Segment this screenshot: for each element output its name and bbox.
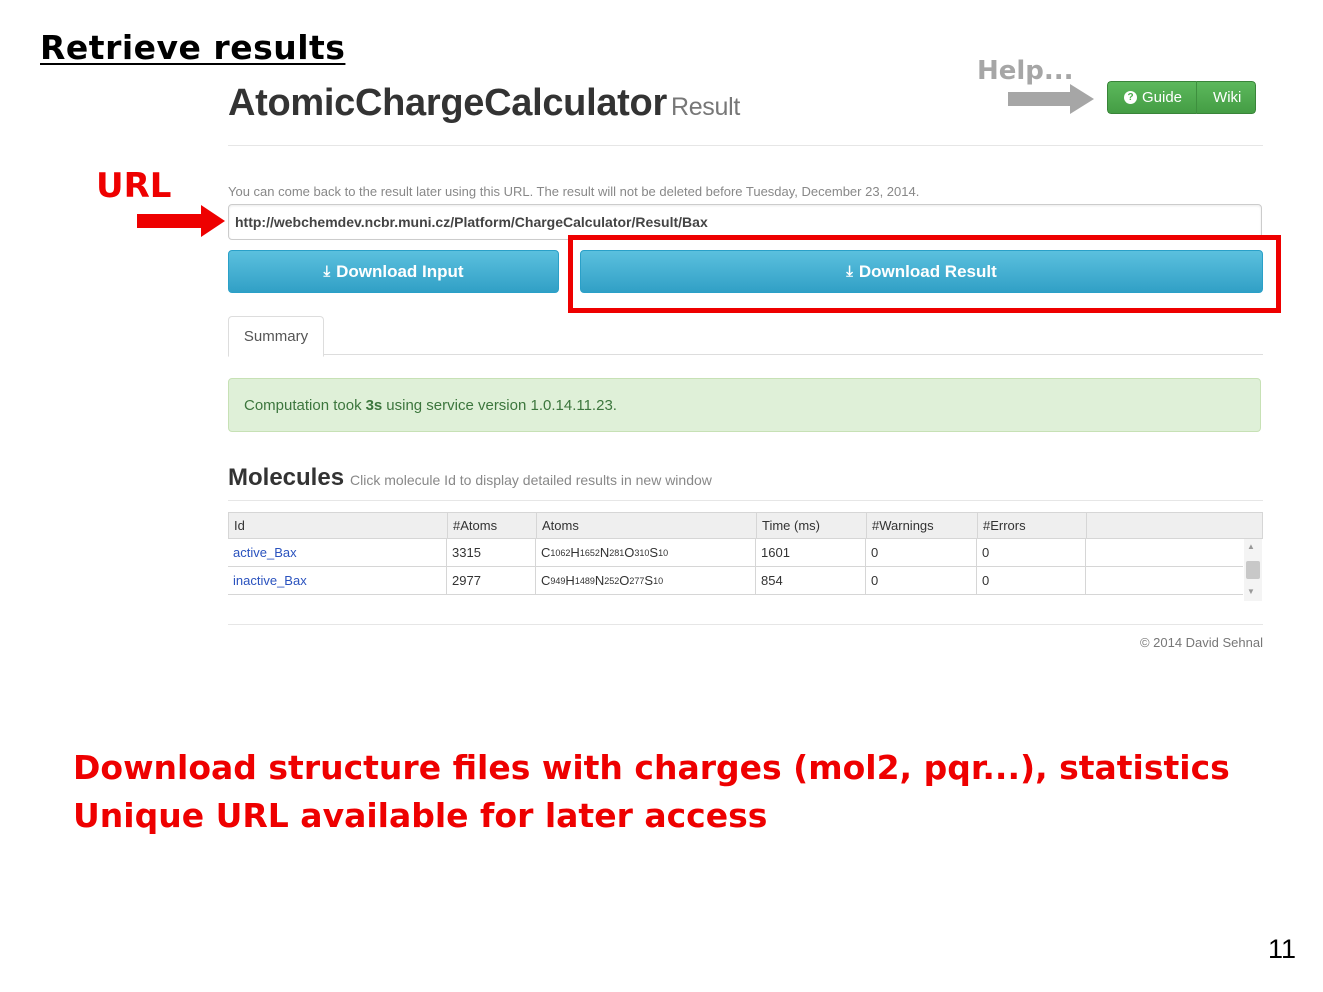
slide-bullets: Download structure files with charges (m… — [73, 744, 1230, 840]
footer-divider — [228, 624, 1263, 625]
formula-count: 252 — [604, 575, 620, 586]
column-divider — [1085, 539, 1086, 566]
formula-count: 310 — [634, 547, 650, 558]
column-header-id[interactable]: Id — [229, 513, 447, 538]
column-header-atoms[interactable]: Atoms — [537, 513, 756, 538]
column-header-errors[interactable]: #Errors — [978, 513, 1086, 538]
tab-summary[interactable]: Summary — [228, 316, 324, 357]
time-cell: 1601 — [761, 545, 790, 560]
bullet-line-2: Unique URL available for later access — [73, 796, 768, 835]
computation-alert: Computation took 3s using service versio… — [228, 378, 1261, 432]
formula-element: S — [649, 545, 659, 560]
molecules-heading: Molecules Click molecule Id to display de… — [228, 464, 712, 492]
molecule-id-link[interactable]: active_Bax — [228, 539, 446, 566]
help-button-group: ? Guide Wiki — [1107, 81, 1257, 114]
formula-cell: C 949 H 1489 N 252 O 277 S 10 — [536, 567, 755, 594]
formula-count: 277 — [629, 575, 645, 586]
column-header-atoms-count[interactable]: #Atoms — [448, 513, 536, 538]
help-arrow-icon — [1008, 84, 1094, 114]
table-row: active_Bax 3315 C 1062 H 1652 N 281 O 310 S 10 16… — [228, 539, 1243, 567]
formula-element: N — [599, 545, 610, 560]
url-arrow-icon — [137, 205, 225, 237]
url-label: URL — [96, 166, 172, 206]
formula-element: H — [570, 545, 580, 560]
tab-bar — [228, 354, 1263, 355]
formula-element: C — [541, 573, 551, 588]
bullet-line-1: Download structure files with charges (m… — [73, 748, 1230, 787]
wiki-button-label: Wiki — [1213, 89, 1242, 106]
atoms-count-cell: 3315 — [452, 545, 481, 560]
atoms-count-cell: 2977 — [452, 573, 481, 588]
result-url-note: You can come back to the result later us… — [228, 184, 920, 199]
copyright: © 2014 David Sehnal — [1139, 635, 1263, 650]
alert-duration: 3s — [365, 396, 383, 414]
table-scrollbar[interactable]: ▲ ▼ — [1244, 539, 1262, 601]
formula-cell: C 1062 H 1652 N 281 O 310 S 10 — [536, 539, 755, 566]
wiki-button[interactable]: Wiki — [1197, 81, 1257, 114]
guide-button-label: Guide — [1142, 89, 1183, 106]
download-input-label: Download Input — [336, 261, 464, 281]
formula-count: 1652 — [579, 547, 600, 558]
formula-count: 10 — [653, 575, 664, 586]
formula-count: 949 — [550, 575, 566, 586]
column-divider — [1085, 567, 1086, 594]
header-divider — [228, 145, 1263, 146]
alert-suffix: using service version 1.0.14.11.23. — [386, 396, 617, 414]
help-label: Help... — [977, 56, 1074, 86]
app-name: AtomicChargeCalculator — [228, 82, 667, 124]
download-icon: ⤓ — [323, 263, 331, 280]
slide-title: Retrieve results — [40, 28, 346, 67]
formula-element: N — [594, 573, 605, 588]
page-title: AtomicChargeCalculator Result — [228, 82, 740, 125]
molecule-id-link[interactable]: inactive_Bax — [228, 567, 446, 594]
guide-button[interactable]: ? Guide — [1107, 81, 1198, 114]
column-header-time[interactable]: Time (ms) — [757, 513, 866, 538]
page-number: 11 — [1268, 934, 1297, 964]
highlight-box — [568, 235, 1281, 313]
errors-cell: 0 — [982, 545, 990, 560]
warnings-cell: 0 — [871, 545, 879, 560]
formula-count: 1062 — [550, 547, 571, 558]
formula-count: 10 — [658, 547, 669, 558]
download-input-button[interactable]: ⤓ Download Input — [228, 250, 559, 293]
molecules-divider — [228, 500, 1263, 501]
molecules-hint: Click molecule Id to display detailed re… — [350, 472, 712, 488]
table-row: inactive_Bax 2977 C 949 H 1489 N 252 O 277 S 10 8… — [228, 567, 1243, 595]
alert-prefix: Computation took — [244, 396, 362, 414]
warnings-cell: 0 — [871, 573, 879, 588]
scroll-up-icon[interactable]: ▲ — [1247, 542, 1255, 551]
table-header: Id #Atoms Atoms Time (ms) #Warnings #Err… — [228, 512, 1263, 539]
scrollbar-thumb[interactable] — [1246, 561, 1260, 579]
formula-element: H — [565, 573, 575, 588]
question-circle-icon: ? — [1124, 91, 1137, 104]
errors-cell: 0 — [982, 573, 990, 588]
scroll-down-icon[interactable]: ▼ — [1247, 587, 1255, 596]
formula-count: 1489 — [574, 575, 595, 586]
formula-element: O — [619, 573, 630, 588]
molecules-title: Molecules — [228, 464, 345, 491]
formula-element: S — [644, 573, 654, 588]
column-header-warnings[interactable]: #Warnings — [867, 513, 977, 538]
app-subtitle: Result — [670, 93, 740, 121]
column-divider — [1086, 513, 1087, 538]
formula-element: C — [541, 545, 551, 560]
time-cell: 854 — [761, 573, 783, 588]
formula-element: O — [624, 545, 635, 560]
formula-count: 281 — [609, 547, 625, 558]
